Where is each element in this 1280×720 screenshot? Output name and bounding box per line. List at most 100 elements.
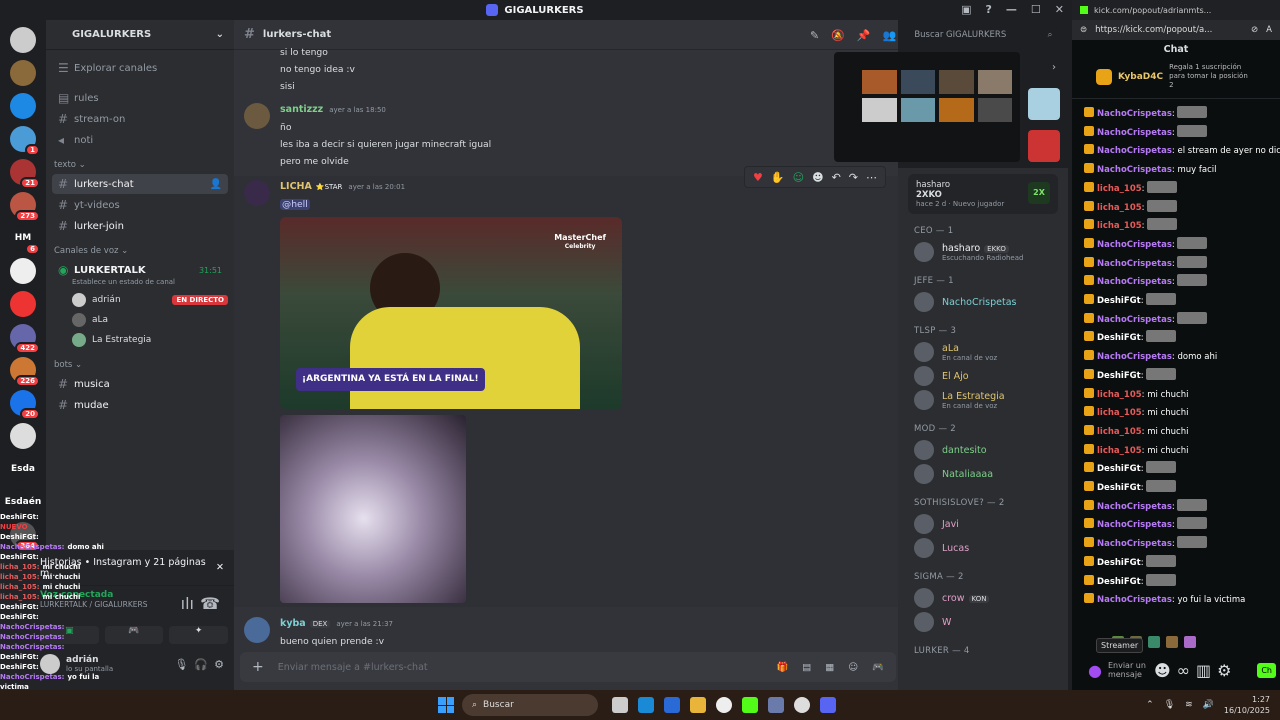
close-activity-icon[interactable]: ✕ (216, 562, 224, 573)
voice-user-la-estrategia[interactable]: La Estrategia (46, 330, 234, 350)
server-icon[interactable] (10, 291, 36, 317)
reader-icon[interactable]: A (1266, 25, 1272, 35)
add-member-icon[interactable]: 👤 (210, 179, 222, 190)
chat-line[interactable]: NachoCrispetas: muy facil (1072, 161, 1280, 180)
chat-username[interactable]: DeshiFGt (1097, 371, 1141, 381)
chat-line[interactable]: DeshiFGt: (1072, 329, 1280, 348)
gift-icon[interactable]: 🎁 (776, 662, 788, 673)
server-icon[interactable]: 1 (10, 126, 40, 156)
obs-icon[interactable] (794, 697, 810, 713)
chat-line[interactable]: NachoCrispetas: (1072, 535, 1280, 554)
chat-username[interactable]: DeshiFGt (1097, 296, 1141, 306)
edge-icon[interactable] (638, 697, 654, 713)
discord-icon[interactable] (820, 697, 836, 713)
chat-line[interactable]: DeshiFGt: (1072, 292, 1280, 311)
server-icon[interactable]: 21 (10, 159, 40, 189)
chat-username[interactable]: licha_105 (1097, 221, 1142, 231)
chat-username[interactable]: licha_105 (1097, 408, 1142, 418)
chat-username[interactable]: NachoCrispetas (1097, 595, 1172, 605)
kick-app-icon[interactable] (742, 697, 758, 713)
message-author[interactable]: kyba (280, 618, 306, 629)
chat-username[interactable]: DeshiFGt (1097, 558, 1141, 568)
chat-line[interactable]: DeshiFGt: (1072, 479, 1280, 498)
taskbar-search[interactable]: ⌕ Buscar (462, 694, 598, 716)
member-item[interactable]: crow KON (898, 586, 1068, 610)
server-icon[interactable]: 273 (10, 192, 40, 222)
server-icon[interactable] (10, 423, 36, 449)
emoji-icon[interactable]: ☺ (848, 662, 858, 673)
emoji-icon[interactable]: ☻ (1154, 661, 1171, 680)
server-icon[interactable]: 20 (10, 390, 40, 420)
volume-icon[interactable]: 🔊 (1203, 700, 1214, 710)
activity-card[interactable]: hasharo 2XKO hace 2 d · Nuevo jugador 2X (908, 174, 1058, 214)
chat-username[interactable]: licha_105 (1097, 427, 1142, 437)
server-icon[interactable] (10, 27, 36, 53)
server-icon[interactable] (10, 60, 36, 86)
sticker-icon[interactable]: ▦ (825, 662, 834, 673)
pin-icon[interactable]: 📌 (857, 29, 871, 42)
chat-username[interactable]: NachoCrispetas (1097, 146, 1172, 156)
chat-username[interactable]: NachoCrispetas (1097, 539, 1172, 549)
notifications-icon[interactable]: 🔕 (831, 29, 845, 42)
wifi-icon[interactable]: ≋ (1185, 700, 1193, 710)
server-icon[interactable] (10, 93, 36, 119)
chat-line[interactable]: NachoCrispetas: (1072, 236, 1280, 255)
message-author[interactable]: santizzz (280, 104, 323, 115)
explorer-icon[interactable] (690, 697, 706, 713)
server-icon[interactable]: Esda (10, 456, 36, 482)
voice-channel-lurkertalk[interactable]: ◉ LURKERTALK 31:51 (52, 260, 228, 280)
chat-line[interactable]: DeshiFGt: (1072, 367, 1280, 386)
avatar[interactable] (244, 103, 270, 129)
mic-badge-icon[interactable]: ● (1088, 661, 1102, 680)
chat-username[interactable]: NachoCrispetas (1097, 502, 1172, 512)
side-thumb[interactable] (1028, 130, 1060, 162)
chat-line[interactable]: NachoCrispetas: (1072, 498, 1280, 517)
composer-placeholder[interactable]: Enviar mensaje a #lurkers-chat (278, 662, 428, 673)
settings-icon[interactable] (768, 697, 784, 713)
chat-username[interactable]: DeshiFGt (1097, 577, 1141, 587)
member-item[interactable]: Lucas (898, 536, 1068, 560)
channel-lurker-join[interactable]: # lurker-join (52, 216, 228, 236)
guild-header[interactable]: GIGALURKERS ⌄ (46, 20, 234, 50)
eye-off-icon[interactable]: ⊘ (1251, 25, 1258, 35)
emote[interactable] (1166, 636, 1178, 648)
chat-username[interactable]: DeshiFGt (1097, 333, 1141, 343)
member-item[interactable]: La Estrategia En canal de voz (898, 388, 1068, 412)
start-button[interactable] (438, 697, 454, 713)
gif-icon[interactable]: ▤ (802, 662, 811, 673)
channel-yt-videos[interactable]: # yt-videos (52, 195, 228, 215)
message-author[interactable]: LICHA (280, 181, 312, 192)
emote[interactable] (1184, 636, 1196, 648)
message-licha[interactable]: LICHA ⭐STAR ayer a las 20:01 @hell ♥ ✋ ☺ ☻… (234, 166, 898, 607)
signal-icon[interactable]: ılı (181, 594, 194, 613)
url-text[interactable]: https://kick.com/popout/a... (1095, 25, 1212, 35)
task-view-icon[interactable] (612, 697, 628, 713)
chat-username[interactable]: NachoCrispetas (1097, 240, 1172, 250)
emoji-reaction-icon[interactable]: ☺ (793, 169, 804, 186)
voice-user-adrian[interactable]: adrián EN DIRECTO (46, 290, 234, 310)
chat-send-button[interactable]: Ch (1257, 662, 1276, 678)
apps-icon[interactable]: 🎮 (872, 662, 884, 673)
server-icon[interactable]: 422 (10, 324, 40, 354)
avatar[interactable] (244, 180, 270, 206)
add-attachment-icon[interactable]: + (252, 659, 264, 675)
member-item[interactable]: dantesito (898, 438, 1068, 462)
pinned-leaderboard[interactable]: KybaD4C Regala 1 suscripción para tomar … (1072, 59, 1280, 99)
chat-username[interactable]: licha_105 (1097, 203, 1142, 213)
mic-icon[interactable]: 🎙 (174, 658, 188, 671)
emote[interactable] (1148, 636, 1160, 648)
chat-line[interactable]: licha_105: mi chuchi (1072, 423, 1280, 442)
members-icon[interactable]: 👥 (883, 29, 897, 42)
chat-username[interactable]: DeshiFGt (1097, 464, 1141, 474)
chat-line[interactable]: DeshiFGt: (1072, 573, 1280, 592)
chat-line[interactable]: licha_105: (1072, 180, 1280, 199)
chat-username[interactable]: NachoCrispetas (1097, 520, 1172, 530)
headset-icon[interactable]: 🎧 (194, 658, 208, 671)
heart-reaction-icon[interactable]: ♥ (753, 169, 763, 186)
chat-line[interactable]: NachoCrispetas: (1072, 105, 1280, 124)
chat-input[interactable]: Enviar un mensaje (1108, 661, 1148, 679)
add-reaction-icon[interactable]: ☻ (812, 169, 823, 186)
member-item[interactable]: Javi (898, 512, 1068, 536)
category-texto[interactable]: texto ⌄ (54, 160, 234, 170)
channel-mudae[interactable]: # mudae (52, 395, 228, 415)
